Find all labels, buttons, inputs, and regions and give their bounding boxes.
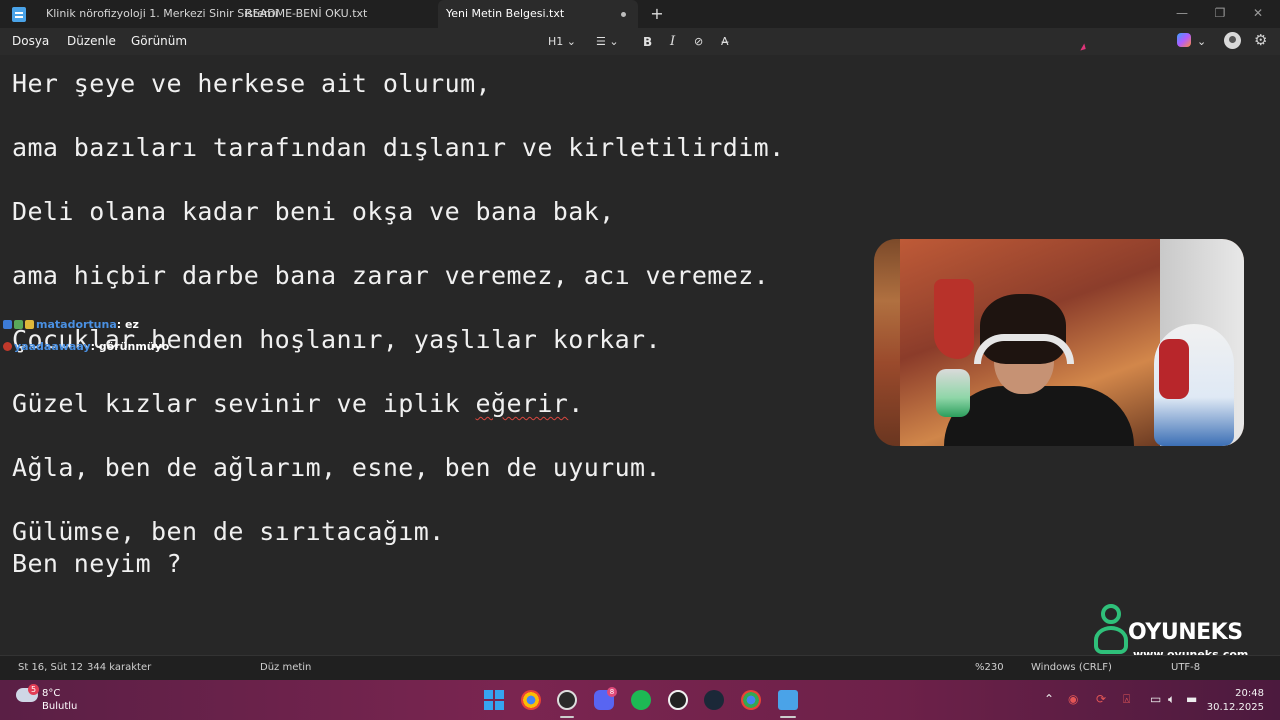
antivirus-icon[interactable]: ◉ [1068,692,1078,706]
brand-name: OYUNEKS [1128,620,1243,645]
text-line-part: Güzel kızlar sevinir ve iplik [12,389,476,418]
battery-icon[interactable]: ▬ [1186,692,1197,706]
menu-gorunum[interactable]: Görünüm [131,34,187,48]
chat-text: : görünmüyo [90,340,170,353]
spotify-icon[interactable] [631,690,651,710]
list-dropdown[interactable]: ☰ ⌄ [596,33,619,51]
obs-icon[interactable] [557,690,577,710]
copilot-icon[interactable] [1177,33,1191,47]
active-indicator [780,716,796,718]
text-line: ama hiçbir darbe bana zarar veremez, acı… [12,261,770,290]
text-line: Gülümse, ben de sırıtacağım. [12,517,445,546]
chat-message: yaadaawaay: görünmüyo [3,340,169,353]
text-line: Deli olana kadar beni okşa ve bana bak, [12,197,615,226]
steam-icon[interactable] [704,690,724,710]
chat-message: matadortuna: ez [3,318,139,331]
crown-badge-icon [25,320,34,329]
copilot-caret-icon[interactable]: ⌄ [1197,33,1206,51]
text-line: Ağla, ben de ağlarım, esne, ben de uyuru… [12,453,661,482]
start-icon[interactable] [484,690,504,710]
weather-temp[interactable]: 8°C [42,688,60,699]
chat-username: yaadaawaay [14,340,91,353]
badge-icon [3,342,12,351]
chat-text: : ez [116,318,139,331]
clear-format-icon[interactable]: A̶ [721,33,729,51]
sync-icon[interactable]: ⟳ [1096,692,1106,706]
status-bar: St 16, Süt 12 344 karakter Düz metin %23… [0,655,1280,680]
text-line: Her şeye ve herkese ait olurum, [12,69,491,98]
headphones [974,334,1074,364]
close-button[interactable]: ✕ [1248,4,1268,22]
text-line-part: . [568,389,584,418]
tab-yeni-metin[interactable]: Yeni Metin Belgesi.txt [438,0,638,28]
steelseries-icon[interactable] [668,690,688,710]
zoom-level[interactable]: %230 [975,662,1004,673]
text-line: Ben neyim ? [12,549,182,578]
italic-button[interactable]: I [670,33,675,51]
maximize-button[interactable]: ❐ [1210,4,1230,22]
minimize-button[interactable]: — [1172,4,1192,22]
chat-username: matadortuna [36,318,117,331]
text-line: ama bazıları tarafından dışlanır ve kirl… [12,133,785,162]
shirt [944,386,1134,446]
chevron-up-icon[interactable]: ⌃ [1044,692,1054,706]
unsaved-dot-icon [621,12,626,17]
char-count: 344 karakter [87,662,152,673]
bold-button[interactable]: B [643,33,652,51]
settings-gear-icon[interactable]: ⚙ [1254,31,1267,49]
heading-dropdown[interactable]: H1 ⌄ [548,33,576,51]
tab-label: Yeni Metin Belgesi.txt [446,7,565,20]
network-icon[interactable]: ▭ [1150,692,1161,706]
active-indicator [560,716,574,718]
menu-bar: Dosya Düzenle Görünüm H1 ⌄ ☰ ⌄ B I ⊘ A̶ … [0,28,1280,55]
menu-duzenle[interactable]: Düzenle [67,34,116,48]
link-icon[interactable]: ⊘ [694,33,703,51]
discord-badge: 8 [607,687,617,697]
account-avatar-icon[interactable] [1224,32,1241,49]
weather-badge: 5 [28,684,39,695]
webcam-overlay [874,239,1244,446]
chrome-profile-icon[interactable] [741,690,761,710]
streamer [944,294,1134,446]
brand-logo-icon [1094,604,1128,656]
tab-bar: Klinik nörofizyoloji 1. Merkezi Sinir Si… [0,0,1280,28]
misspelled-word[interactable]: eğerir [476,389,569,418]
tab-readme[interactable]: README-BENİ OKU.txt [245,0,367,28]
menu-dosya[interactable]: Dosya [12,34,49,48]
prime-badge-icon [3,320,12,329]
text-format[interactable]: Düz metin [260,662,311,673]
text-line: Güzel kızlar sevinir ve iplik eğerir. [12,389,584,418]
clock-date[interactable]: 30.12.2025 [1207,702,1264,713]
tab-klinik[interactable]: Klinik nörofizyoloji 1. Merkezi Sinir Si… [46,0,278,28]
encoding[interactable]: UTF-8 [1171,662,1200,673]
notepad-icon[interactable] [778,690,798,710]
line-ending[interactable]: Windows (CRLF) [1031,662,1112,673]
clock-time[interactable]: 20:48 [1235,688,1264,699]
cursor-position: St 16, Süt 12 [18,662,84,673]
microphone-icon[interactable]: ⍓ [1123,692,1130,707]
microphone [936,369,970,417]
santa-figure-red [1159,339,1189,399]
chrome-icon[interactable] [521,690,541,710]
notepad-app-icon [12,7,26,22]
weather-desc[interactable]: Bulutlu [42,701,77,712]
new-tab-button[interactable]: + [650,4,664,24]
sub-badge-icon [14,320,23,329]
volume-icon[interactable]: 🔈︎ [1168,692,1175,707]
